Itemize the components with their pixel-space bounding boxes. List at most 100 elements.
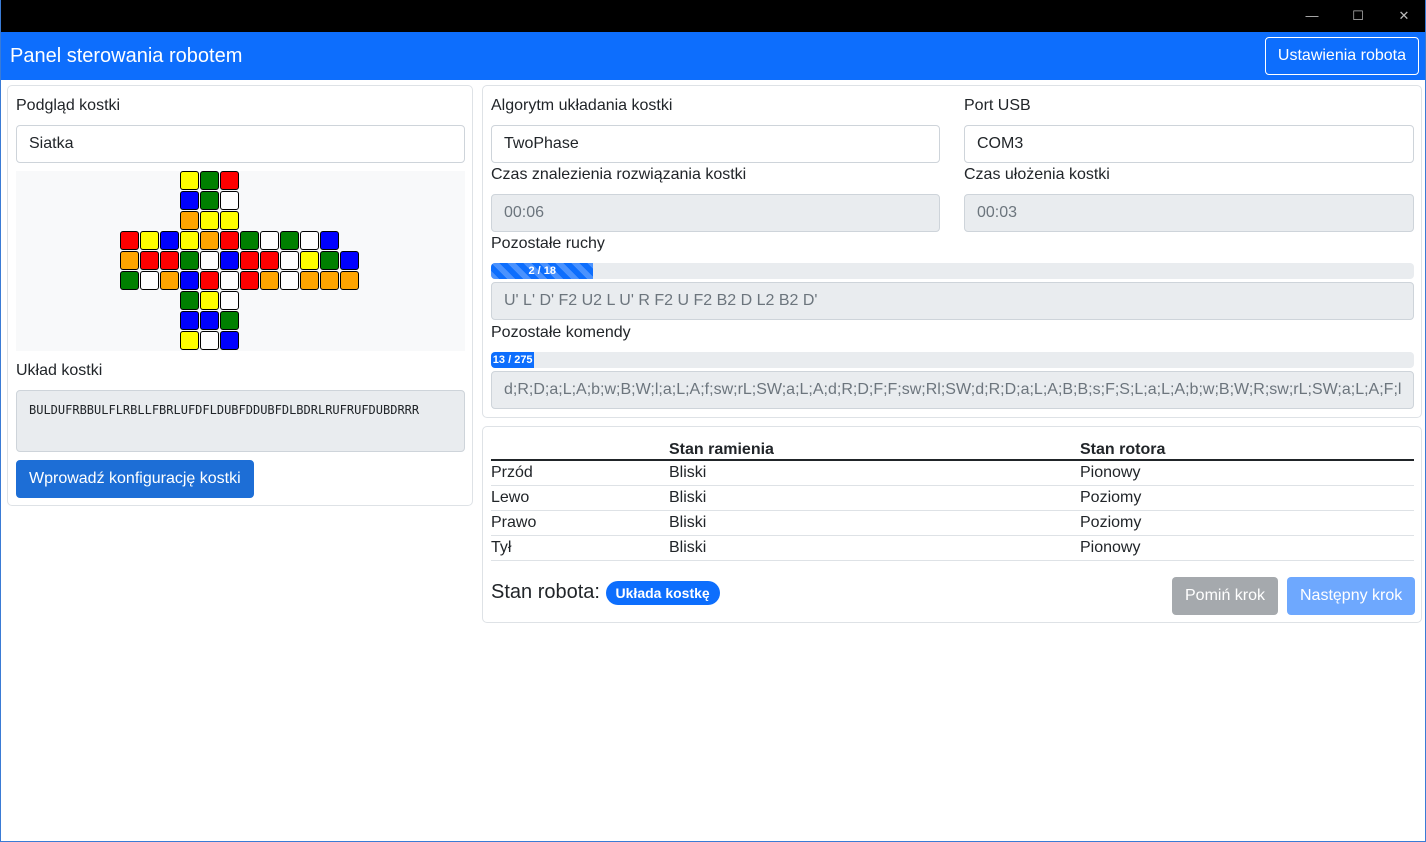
- cube-sticker: [120, 271, 139, 290]
- header-arm: Stan ramienia: [669, 435, 1080, 461]
- row-arm: Bliski: [669, 510, 1080, 536]
- moves-progress-bar: 2 / 18: [491, 263, 594, 279]
- cube-sticker: [220, 271, 239, 290]
- cube-layout-field[interactable]: BULDUFRBBULFLRBLLFBRLUFDFLDUBFDDUBFDLBDR…: [16, 390, 465, 452]
- cube-sticker: [320, 271, 339, 290]
- cube-sticker: [180, 271, 199, 290]
- cube-sticker: [200, 251, 219, 270]
- robot-state: Stan robota: Układa kostkę: [491, 578, 720, 606]
- row-arm: Bliski: [669, 535, 1080, 561]
- table-row: Przód Bliski Pionowy: [491, 460, 1414, 486]
- cube-sticker: [200, 311, 219, 330]
- configure-cube-button[interactable]: Wprowadź konfigurację kostki: [16, 460, 254, 498]
- cube-sticker: [220, 171, 239, 190]
- cube-sticker: [220, 251, 239, 270]
- arrange-time-label: Czas ułożenia kostki: [964, 166, 1110, 183]
- moves-progress: 2 / 18: [491, 263, 1414, 279]
- cube-sticker: [220, 311, 239, 330]
- cube-sticker: [340, 271, 359, 290]
- row-side: Prawo: [491, 510, 669, 536]
- robot-settings-button[interactable]: Ustawienia robota: [1264, 37, 1419, 75]
- robot-status-card: Stan ramienia Stan rotora Przód Bliski P…: [482, 426, 1422, 623]
- row-rotor: Pionowy: [1080, 460, 1414, 486]
- port-label: Port USB: [964, 97, 1031, 114]
- solver-card: Algorytm układania kostki TwoPhase Port …: [482, 85, 1422, 418]
- header-rotor: Stan rotora: [1080, 435, 1414, 461]
- solve-time-field: 00:06: [491, 194, 940, 232]
- cube-sticker: [240, 251, 259, 270]
- row-arm: Bliski: [669, 460, 1080, 486]
- header-side: [491, 435, 669, 461]
- commands-label: Pozostałe komendy: [491, 324, 631, 341]
- cube-sticker: [220, 231, 239, 250]
- cube-sticker: [220, 211, 239, 230]
- title-bar: — ☐ ✕: [1, 0, 1425, 32]
- table-row: Tył Bliski Pionowy: [491, 535, 1414, 561]
- cube-sticker: [180, 251, 199, 270]
- robot-state-label: Stan robota:: [491, 581, 600, 603]
- row-rotor: Poziomy: [1080, 485, 1414, 511]
- cube-sticker: [300, 251, 319, 270]
- solve-time-label: Czas znalezienia rozwiązania kostki: [491, 166, 747, 183]
- cube-sticker: [180, 331, 199, 350]
- commands-progress: 13 / 275: [491, 352, 1414, 368]
- view-mode-select[interactable]: Siatka: [16, 125, 465, 163]
- maximize-icon[interactable]: ☐: [1335, 0, 1381, 32]
- cube-sticker: [200, 331, 219, 350]
- preview-label: Podgląd kostki: [16, 97, 121, 114]
- cube-sticker: [140, 231, 159, 250]
- cube-sticker: [240, 271, 259, 290]
- cube-sticker: [300, 231, 319, 250]
- cube-sticker: [200, 211, 219, 230]
- cube-sticker: [220, 291, 239, 310]
- skip-step-button[interactable]: Pomiń krok: [1172, 577, 1279, 615]
- row-side: Tył: [491, 535, 669, 561]
- table-row: Lewo Bliski Poziomy: [491, 485, 1414, 511]
- app-window: — ☐ ✕ Panel sterowania robotem Ustawienia …: [0, 0, 1426, 842]
- cube-sticker: [160, 271, 179, 290]
- cube-sticker: [320, 251, 339, 270]
- cube-sticker: [220, 191, 239, 210]
- cube-sticker: [120, 251, 139, 270]
- next-step-button[interactable]: Następny krok: [1287, 577, 1416, 615]
- row-side: Przód: [491, 460, 669, 486]
- cube-sticker: [200, 191, 219, 210]
- cube-sticker: [200, 271, 219, 290]
- algorithm-label: Algorytm układania kostki: [491, 97, 673, 114]
- robot-state-badge: Układa kostkę: [605, 580, 720, 605]
- row-side: Lewo: [491, 485, 669, 511]
- cube-sticker: [180, 311, 199, 330]
- cube-sticker: [200, 231, 219, 250]
- cube-sticker: [140, 251, 159, 270]
- app-title: Panel sterowania robotem: [10, 45, 243, 67]
- cube-sticker: [180, 211, 199, 230]
- cube-sticker: [320, 231, 339, 250]
- cube-net: [16, 171, 465, 351]
- cube-sticker: [200, 291, 219, 310]
- close-icon[interactable]: ✕: [1381, 0, 1425, 32]
- cube-sticker: [280, 231, 299, 250]
- cube-sticker: [280, 271, 299, 290]
- cube-sticker: [260, 251, 279, 270]
- navbar: Panel sterowania robotem Ustawienia robo…: [1, 32, 1425, 80]
- cube-sticker: [240, 231, 259, 250]
- cube-sticker: [260, 231, 279, 250]
- arrange-time-field: 00:03: [964, 194, 1414, 232]
- cube-sticker: [260, 271, 279, 290]
- cube-sticker: [180, 231, 199, 250]
- algorithm-select[interactable]: TwoPhase: [491, 125, 940, 163]
- layout-label: Układ kostki: [16, 362, 103, 379]
- cube-sticker: [160, 251, 179, 270]
- status-table: Stan ramienia Stan rotora Przód Bliski P…: [491, 435, 1414, 561]
- cube-sticker: [160, 231, 179, 250]
- cube-sticker: [180, 291, 199, 310]
- table-row: Prawo Bliski Poziomy: [491, 510, 1414, 536]
- cube-sticker: [180, 171, 199, 190]
- cube-preview-card: Podgląd kostki Siatka Układ kostki BULDU…: [7, 85, 473, 506]
- cube-sticker: [220, 331, 239, 350]
- commands-progress-bar: 13 / 275: [491, 352, 535, 368]
- port-select[interactable]: COM3: [964, 125, 1414, 163]
- cube-sticker: [300, 271, 319, 290]
- cube-sticker: [120, 231, 139, 250]
- minimize-icon[interactable]: —: [1289, 0, 1335, 32]
